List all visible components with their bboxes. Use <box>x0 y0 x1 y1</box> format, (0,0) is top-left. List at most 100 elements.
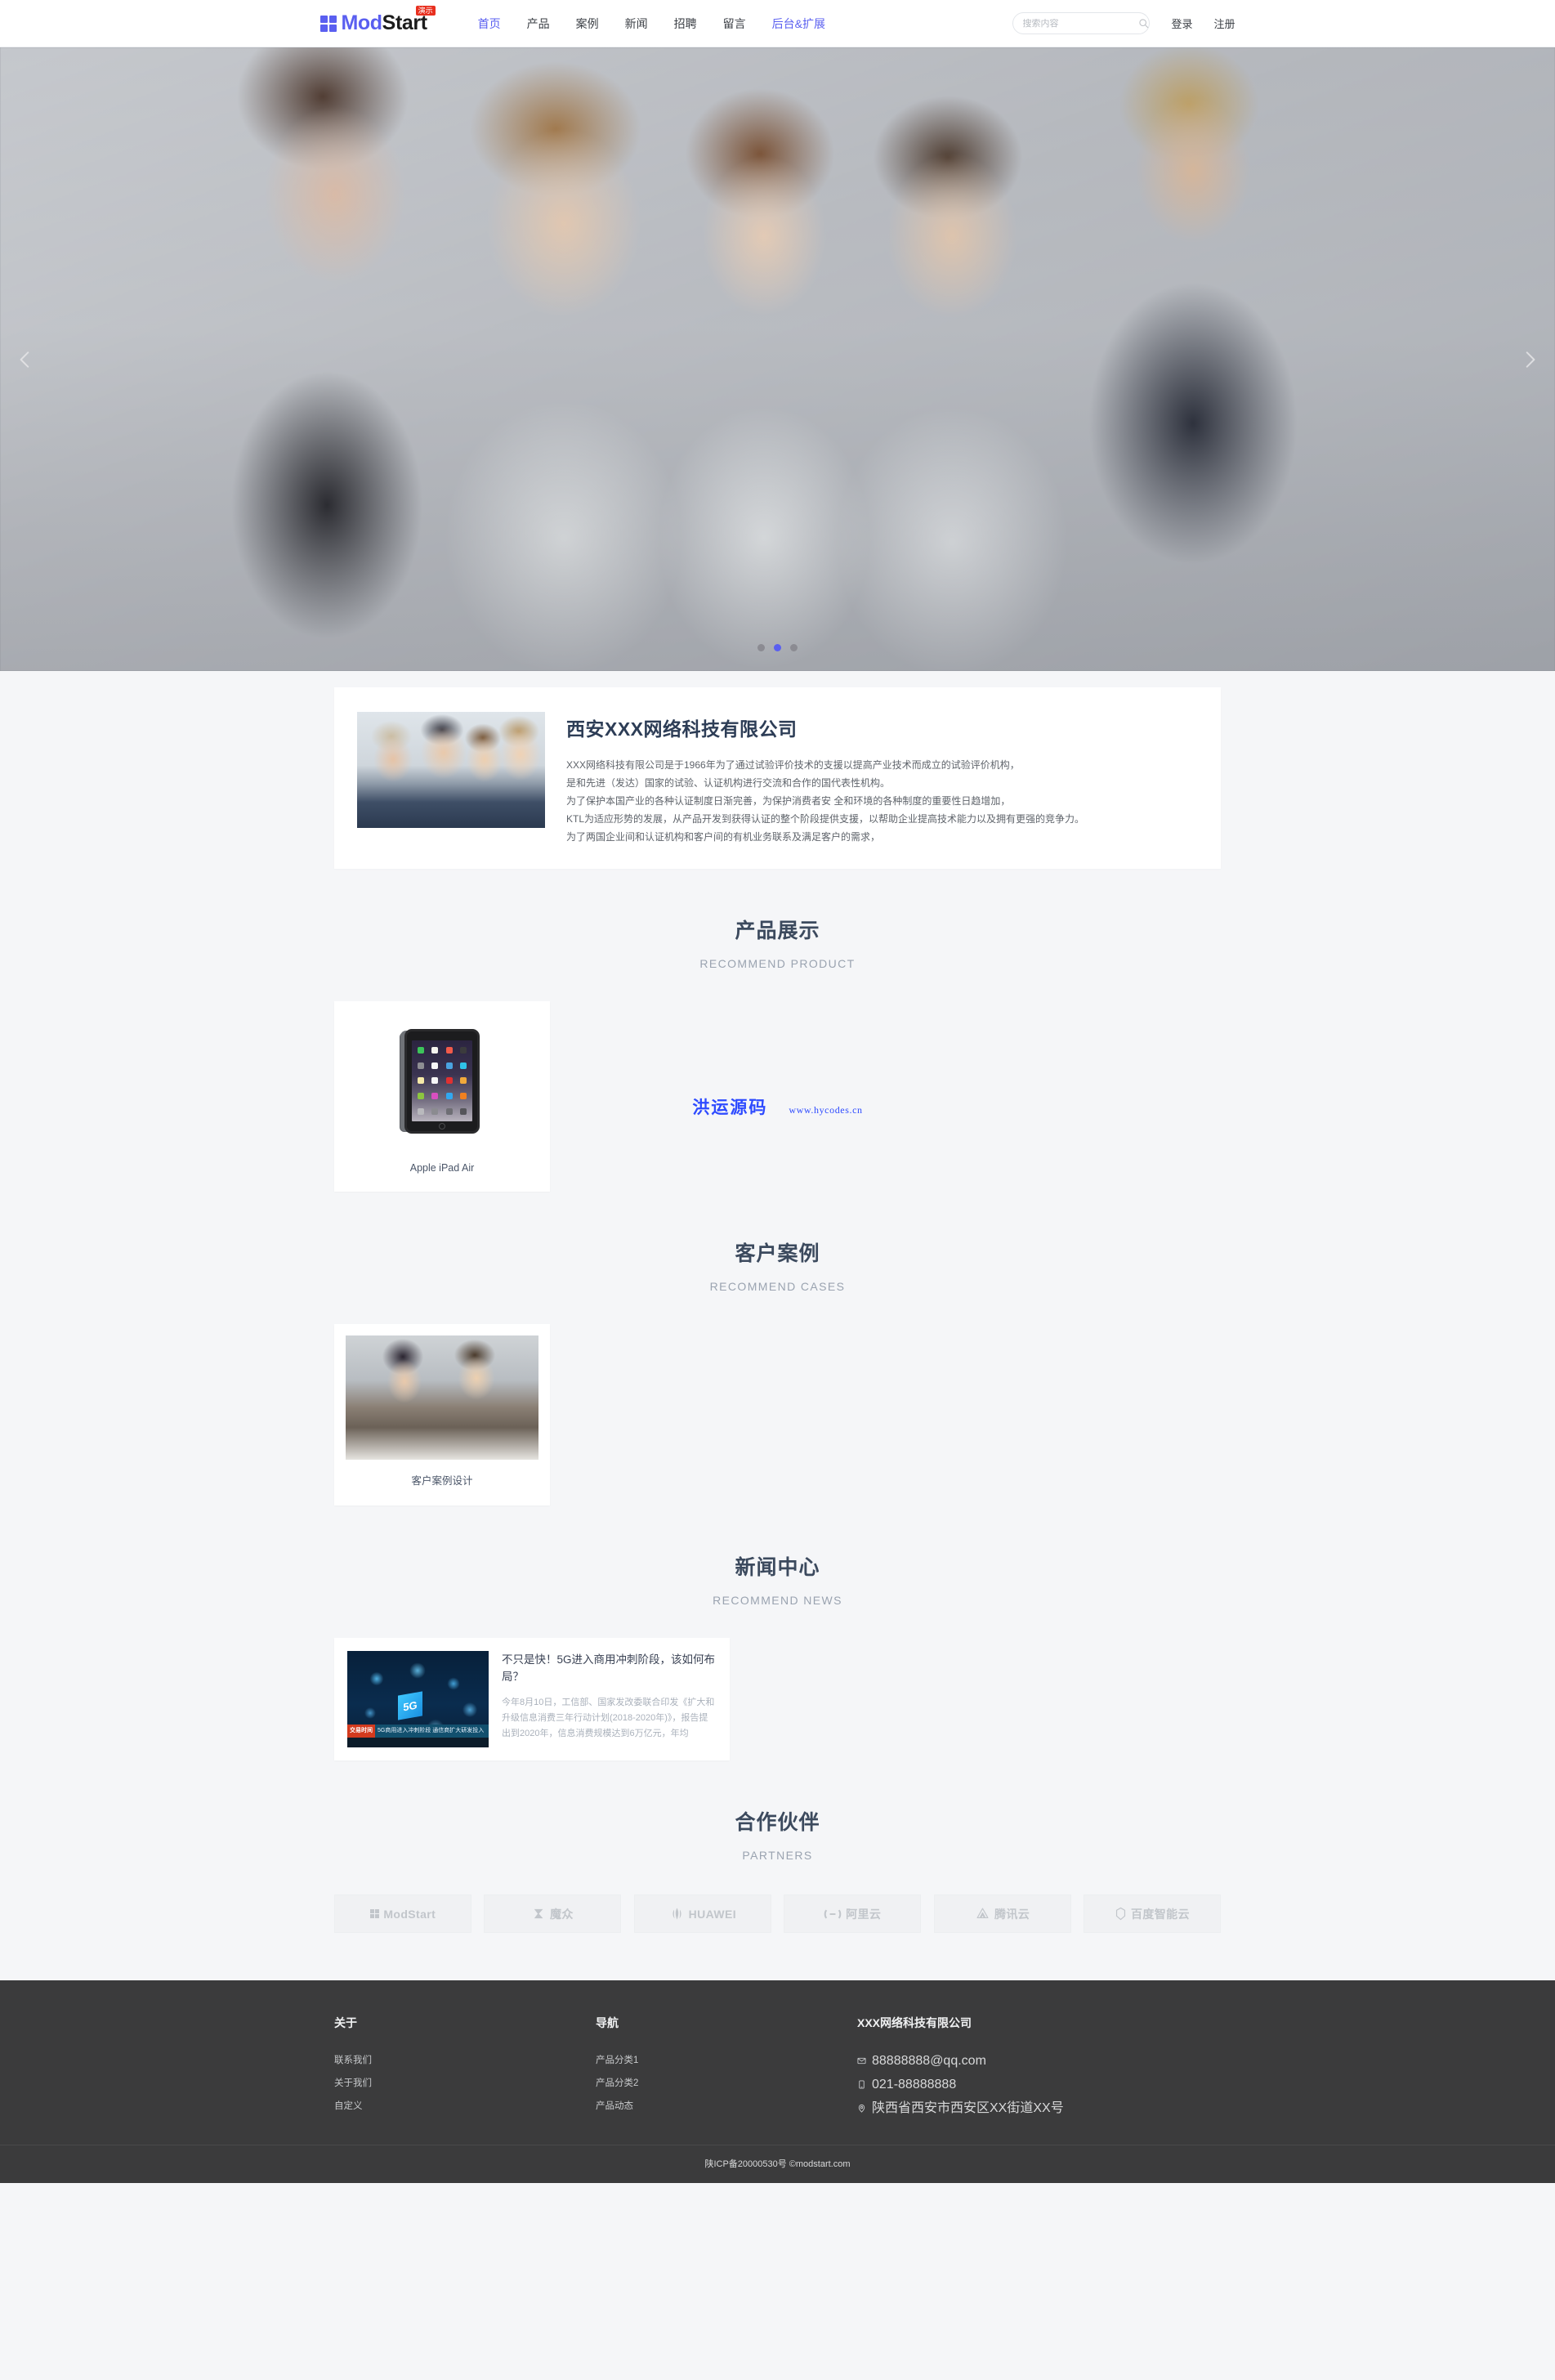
news-thumb-ticker <box>347 1738 489 1747</box>
mail-icon <box>857 2057 866 2065</box>
company-intro-image <box>357 712 545 828</box>
footer-link-product-cat-1[interactable]: 产品分类1 <box>596 2049 857 2072</box>
news-section: 新闻中心 RECOMMEND NEWS 5G 交易时间 5G商用进入冲刺阶段 通… <box>334 1505 1221 1760</box>
footer-phone-row: 021-88888888 <box>857 2073 1221 2096</box>
carousel-dot-2[interactable] <box>774 644 781 651</box>
nav-item-news[interactable]: 新闻 <box>612 0 661 47</box>
nav-item-jobs[interactable]: 招聘 <box>661 0 710 47</box>
partner-tencent-cloud-label: 腾讯云 <box>994 1907 1030 1921</box>
case-card[interactable]: 客户案例设计 <box>334 1324 550 1505</box>
search-box[interactable] <box>1012 12 1151 34</box>
footer-link-custom[interactable]: 自定义 <box>334 2095 596 2118</box>
partner-huawei-label: HUAWEI <box>688 1907 736 1921</box>
product-section-title: 产品展示 <box>735 919 820 942</box>
partner-aliyun[interactable]: 阿里云 <box>784 1895 922 1933</box>
baidu-cloud-logo-icon <box>1115 1907 1126 1921</box>
partner-baidu-cloud[interactable]: 百度智能云 <box>1083 1895 1221 1933</box>
company-intro-line-5: 为了两国企业间和认证机构和客户间的有机业务联系及满足客户的需求， <box>566 831 881 843</box>
news-section-title: 新闻中心 <box>735 1556 820 1579</box>
site-logo[interactable]: ModStart 演示 <box>319 6 436 34</box>
footer-nav-heading: 导航 <box>596 2016 619 2029</box>
cases-section-subtitle: RECOMMEND CASES <box>709 1280 846 1293</box>
hero-carousel[interactable] <box>0 47 1555 671</box>
product-section-subtitle: RECOMMEND PRODUCT <box>699 957 856 970</box>
mozhong-logo-icon <box>534 1908 543 1919</box>
carousel-dots[interactable] <box>0 644 1555 651</box>
aliyun-logo-icon <box>824 1909 842 1918</box>
partners-section-title: 合作伙伴 <box>735 1811 820 1834</box>
footer-email-row: 88888888@qq.com <box>857 2049 1221 2073</box>
news-card[interactable]: 5G 交易时间 5G商用进入冲刺阶段 通信商扩大研发投入 不只是快！5G进入商用… <box>334 1638 730 1760</box>
company-intro-line-1: XXX网络科技有限公司是于1966年为了通过试验评价技术的支援以提高产业技术而成… <box>566 759 1020 771</box>
footer-phone-text: 021-88888888 <box>872 2078 957 2091</box>
carousel-dot-3[interactable] <box>790 644 798 651</box>
partner-tencent-cloud[interactable]: 腾讯云 <box>933 1895 1071 1933</box>
footer-link-contact-us[interactable]: 联系我们 <box>334 2049 596 2072</box>
nav-item-cases[interactable]: 案例 <box>563 0 612 47</box>
product-card[interactable]: Apple iPad Air <box>334 1001 550 1192</box>
case-card-list: 客户案例设计 <box>334 1324 1221 1505</box>
footer-link-about-us[interactable]: 关于我们 <box>334 2072 596 2095</box>
nav-item-admin-ext[interactable]: 后台&扩展 <box>759 0 838 47</box>
partner-huawei[interactable]: HUAWEI <box>633 1895 771 1933</box>
news-section-subtitle: RECOMMEND NEWS <box>713 1594 842 1607</box>
company-intro-card: 西安XXX网络科技有限公司 XXX网络科技有限公司是于1966年为了通过试验评价… <box>334 687 1221 869</box>
main-nav: 首页 产品 案例 新闻 招聘 留言 后台&扩展 <box>465 0 838 47</box>
register-link[interactable]: 注册 <box>1213 16 1235 31</box>
cases-section-title: 客户案例 <box>735 1242 820 1265</box>
company-name-title: 西安XXX网络科技有限公司 <box>566 718 798 740</box>
nav-item-products[interactable]: 产品 <box>514 0 563 47</box>
phone-icon <box>859 2080 865 2089</box>
partner-modstart[interactable]: ModStart <box>334 1895 471 1933</box>
news-card-title[interactable]: 不只是快！5G进入商用冲刺阶段，该如何布局？ <box>502 1651 717 1685</box>
search-icon[interactable] <box>1138 18 1149 29</box>
footer-company-name: XXX网络科技有限公司 <box>857 2016 972 2029</box>
partners-section: 合作伙伴 PARTNERS ModStart 魔众 HUAWEI 阿里云 腾讯云… <box>334 1760 1221 1933</box>
grid-logo-icon <box>319 15 337 32</box>
footer-link-product-news[interactable]: 产品动态 <box>596 2095 857 2118</box>
product-section: 产品展示 RECOMMEND PRODUCT Apple iPad Air 洪运… <box>334 869 1221 1192</box>
footer-column-nav: 导航 产品分类1 产品分类2 产品动态 <box>596 2015 857 2120</box>
nav-item-home[interactable]: 首页 <box>465 0 514 47</box>
carousel-next-button[interactable] <box>1511 341 1548 378</box>
company-intro-line-2: 是和先进（发达）国家的试验、认证机构进行交流和合作的国代表性机构。 <box>566 777 891 789</box>
product-card-caption: Apple iPad Air <box>409 1162 475 1174</box>
company-intro-line-4: KTL为适应形势的发展，从产品开发到获得认证的整个阶段提供支援，以帮助企业提高技… <box>566 813 1085 825</box>
footer-column-about: 关于 联系我们 关于我们 自定义 <box>334 2015 596 2120</box>
logo-demo-badge: 演示 <box>415 6 436 16</box>
company-intro-line-3: 为了保护本国产业的各种认证制度日渐完善，为保护消费者安 全和环境的各种制度的重要… <box>566 795 1011 807</box>
partner-modstart-label: ModStart <box>383 1907 436 1921</box>
cases-section: 客户案例 RECOMMEND CASES 客户案例设计 <box>334 1192 1221 1505</box>
partners-section-subtitle: PARTNERS <box>742 1849 813 1862</box>
tencent-cloud-logo-icon <box>976 1908 989 1919</box>
carousel-dot-1[interactable] <box>757 644 765 651</box>
news-thumb-5g-label: 5G <box>398 1691 422 1720</box>
company-intro-section: 西安XXX网络科技有限公司 XXX网络科技有限公司是于1966年为了通过试验评价… <box>334 671 1221 869</box>
copyright-bar: 陕ICP备20000530号 ©modstart.com <box>0 2145 1555 2183</box>
partner-mozhong-label: 魔众 <box>549 1907 574 1921</box>
news-thumb-strip-red: 交易时间 <box>347 1725 375 1738</box>
partner-mozhong[interactable]: 魔众 <box>484 1895 622 1933</box>
location-pin-icon <box>858 2104 865 2113</box>
footer-column-contact: XXX网络科技有限公司 88888888@qq.com 021-88888888 <box>857 2015 1221 2120</box>
footer-email-text: 88888888@qq.com <box>872 2054 986 2068</box>
case-card-caption: 客户案例设计 <box>411 1475 473 1487</box>
product-card-list: Apple iPad Air <box>334 1001 1221 1192</box>
site-header: ModStart 演示 首页 产品 案例 新闻 招聘 留言 后台&扩展 登录 注… <box>0 0 1555 47</box>
carousel-prev-button[interactable] <box>7 341 44 378</box>
news-card-excerpt: 今年8月10日，工信部、国家发改委联合印发《扩大和升级信息消费三年行动计划(20… <box>502 1698 715 1738</box>
case-image <box>346 1335 538 1460</box>
logo-text-mod: Mod <box>341 11 383 34</box>
huawei-logo-icon <box>672 1908 681 1920</box>
chevron-left-icon <box>20 351 29 368</box>
footer-link-product-cat-2[interactable]: 产品分类2 <box>596 2072 857 2095</box>
partner-logo-list: ModStart 魔众 HUAWEI 阿里云 腾讯云 百度智能云 <box>334 1895 1221 1933</box>
nav-item-message[interactable]: 留言 <box>710 0 759 47</box>
footer-address-text: 陕西省西安市西安区XX街道XX号 <box>872 2101 1064 2115</box>
site-footer: 关于 联系我们 关于我们 自定义 导航 产品分类1 产品分类2 产品动态 XXX… <box>0 1980 1555 2145</box>
footer-about-heading: 关于 <box>334 2016 357 2029</box>
login-link[interactable]: 登录 <box>1171 16 1192 31</box>
search-input[interactable] <box>1022 18 1139 29</box>
news-thumb-strip-blue: 5G商用进入冲刺阶段 通信商扩大研发投入 <box>375 1725 489 1738</box>
partner-baidu-cloud-label: 百度智能云 <box>1130 1907 1190 1921</box>
